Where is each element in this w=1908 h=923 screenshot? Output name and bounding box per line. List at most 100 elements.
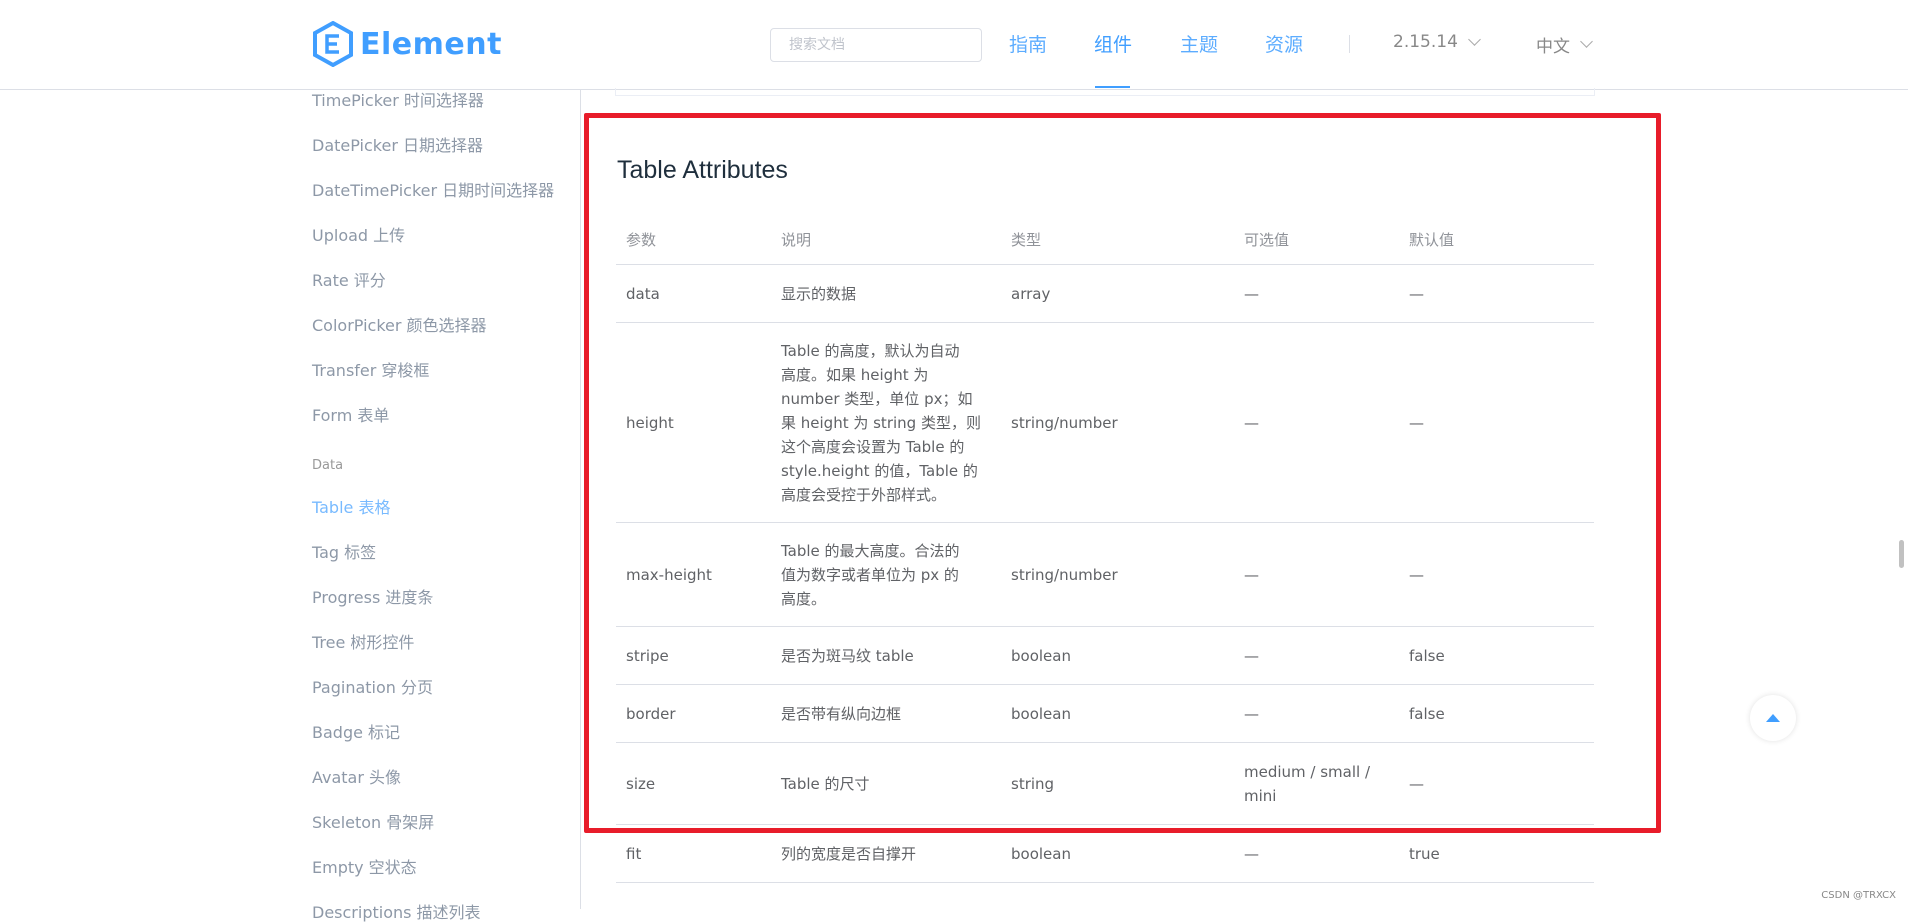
options-cell: — (1234, 522, 1399, 627)
chevron-down-icon (1580, 35, 1593, 48)
options-line: — (1244, 646, 1259, 665)
desc-cell: Table 的最大高度。合法的 值为数字或者单位为 px 的 高度。 (771, 522, 1001, 627)
default-cell: false (1399, 626, 1594, 685)
desc-line: Table 的高度，默认为自动 (781, 341, 960, 360)
sidebar-item[interactable]: Avatar 头像 (312, 764, 401, 788)
sidebar-item[interactable]: Tag 标签 (312, 539, 376, 563)
desc-line: 是否带有纵向边框 (781, 704, 902, 723)
options-line: — (1244, 704, 1259, 723)
param-cell: size (616, 742, 771, 825)
sidebar (0, 90, 580, 909)
search-input[interactable] (787, 36, 965, 54)
options-cell: — (1234, 824, 1399, 883)
sidebar-item[interactable]: Form 表单 (312, 402, 389, 426)
options-line: — (1244, 413, 1259, 432)
desc-line: Table 的最大高度。合法的 (781, 541, 960, 560)
table-row: height Table 的高度，默认为自动 高度。如果 height 为 nu… (616, 322, 1594, 523)
table-row: fit 列的宽度是否自撑开 boolean — true (616, 824, 1594, 883)
sidebar-item[interactable]: Transfer 穿梭框 (312, 357, 429, 381)
options-cell: — (1234, 684, 1399, 743)
options-cell: medium / small / mini (1234, 742, 1399, 825)
desc-cell: 是否为斑马纹 table (771, 626, 1001, 685)
nav-resource[interactable]: 资源 (1265, 30, 1303, 57)
chevron-down-icon (1468, 32, 1481, 46)
column-header: 说明 (771, 214, 1001, 265)
version-label: 2.15.14 (1393, 32, 1458, 52)
desc-line: 高度会受控于外部样式。 (781, 485, 947, 504)
desc-line: 高度。如果 height 为 (781, 365, 929, 384)
desc-line: 是否为斑马纹 table (781, 646, 914, 665)
search-box[interactable] (770, 28, 982, 62)
desc-line: 这个高度会设置为 Table 的 (781, 437, 965, 456)
top-header: Element 指南 组件 主题 资源 2.15.14 中文 (0, 0, 1908, 90)
sidebar-item[interactable]: DateTimePicker 日期时间选择器 (312, 177, 554, 201)
sidebar-item[interactable]: Pagination 分页 (312, 674, 433, 698)
options-line: — (1244, 565, 1259, 584)
options-line: medium / small / (1244, 762, 1371, 781)
sidebar-item[interactable]: Skeleton 骨架屏 (312, 809, 434, 833)
desc-cell: 显示的数据 (771, 264, 1001, 323)
param-cell: border (616, 684, 771, 743)
nav-guide[interactable]: 指南 (1009, 30, 1047, 57)
type-cell: string/number (1001, 522, 1234, 627)
table-row: border 是否带有纵向边框 boolean — false (616, 684, 1594, 743)
desc-line: 显示的数据 (781, 284, 857, 303)
sidebar-item[interactable]: DatePicker 日期选择器 (312, 132, 483, 156)
sidebar-item[interactable]: Upload 上传 (312, 222, 405, 246)
version-dropdown[interactable]: 2.15.14 (1393, 32, 1481, 52)
desc-cell: 列的宽度是否自撑开 (771, 824, 1001, 883)
language-dropdown[interactable]: 中文 (1536, 32, 1593, 57)
column-header: 类型 (1001, 214, 1234, 265)
desc-cell: Table 的尺寸 (771, 742, 1001, 825)
default-cell: — (1399, 322, 1594, 523)
nav-component[interactable]: 组件 (1094, 30, 1132, 57)
back-to-top-button[interactable] (1750, 695, 1796, 741)
options-cell: — (1234, 626, 1399, 685)
sidebar-item[interactable]: ColorPicker 颜色选择器 (312, 312, 487, 336)
type-cell: boolean (1001, 626, 1234, 685)
type-cell: array (1001, 264, 1234, 323)
type-cell: string/number (1001, 322, 1234, 523)
sidebar-item[interactable]: TimePicker 时间选择器 (312, 87, 484, 111)
scrollbar-thumb[interactable] (1899, 540, 1904, 568)
type-cell: boolean (1001, 824, 1234, 883)
param-cell: max-height (616, 522, 771, 627)
sidebar-item[interactable]: Tree 树形控件 (312, 629, 414, 653)
default-cell: — (1399, 522, 1594, 627)
desc-line: 果 height 为 string 类型，则 (781, 413, 981, 432)
table-row: size Table 的尺寸 string medium / small / m… (616, 742, 1594, 825)
previous-demo-card-edge (615, 88, 1595, 96)
element-logo-icon (313, 21, 353, 67)
element-logo[interactable]: Element (312, 20, 502, 68)
sidebar-item[interactable]: Badge 标记 (312, 719, 400, 743)
sidebar-item[interactable]: Descriptions 描述列表 (312, 899, 481, 923)
table-row: max-height Table 的最大高度。合法的 值为数字或者单位为 px … (616, 522, 1594, 627)
nav-theme[interactable]: 主题 (1180, 30, 1218, 57)
section-title: Table Attributes (617, 156, 788, 184)
sidebar-divider (580, 90, 581, 909)
default-cell: — (1399, 742, 1594, 825)
options-line: — (1244, 844, 1259, 863)
type-cell: boolean (1001, 684, 1234, 743)
sidebar-item[interactable]: Rate 评分 (312, 267, 386, 291)
options-line: — (1244, 284, 1259, 303)
sidebar-item[interactable]: Empty 空状态 (312, 854, 417, 878)
type-cell: string (1001, 742, 1234, 825)
nav-divider (1349, 35, 1350, 53)
column-header: 参数 (616, 214, 771, 265)
desc-line: number 类型，单位 px；如 (781, 389, 973, 408)
watermark: CSDN @TRXCX (1821, 890, 1896, 901)
table-row: stripe 是否为斑马纹 table boolean — false (616, 626, 1594, 685)
language-label: 中文 (1536, 37, 1570, 57)
attributes-table: 参数 说明 类型 可选值 默认值 data 显示的数据 array — — he… (616, 214, 1594, 883)
desc-line: 值为数字或者单位为 px 的 (781, 565, 959, 584)
desc-line: style.height 的值，Table 的 (781, 461, 978, 480)
sidebar-item-active[interactable]: Table 表格 (312, 494, 390, 518)
options-cell: — (1234, 264, 1399, 323)
table-row: data 显示的数据 array — — (616, 264, 1594, 323)
param-cell: height (616, 322, 771, 523)
sidebar-item[interactable]: Progress 进度条 (312, 584, 433, 608)
default-cell: false (1399, 684, 1594, 743)
table-header-row: 参数 说明 类型 可选值 默认值 (616, 214, 1594, 265)
column-header: 默认值 (1399, 214, 1594, 265)
